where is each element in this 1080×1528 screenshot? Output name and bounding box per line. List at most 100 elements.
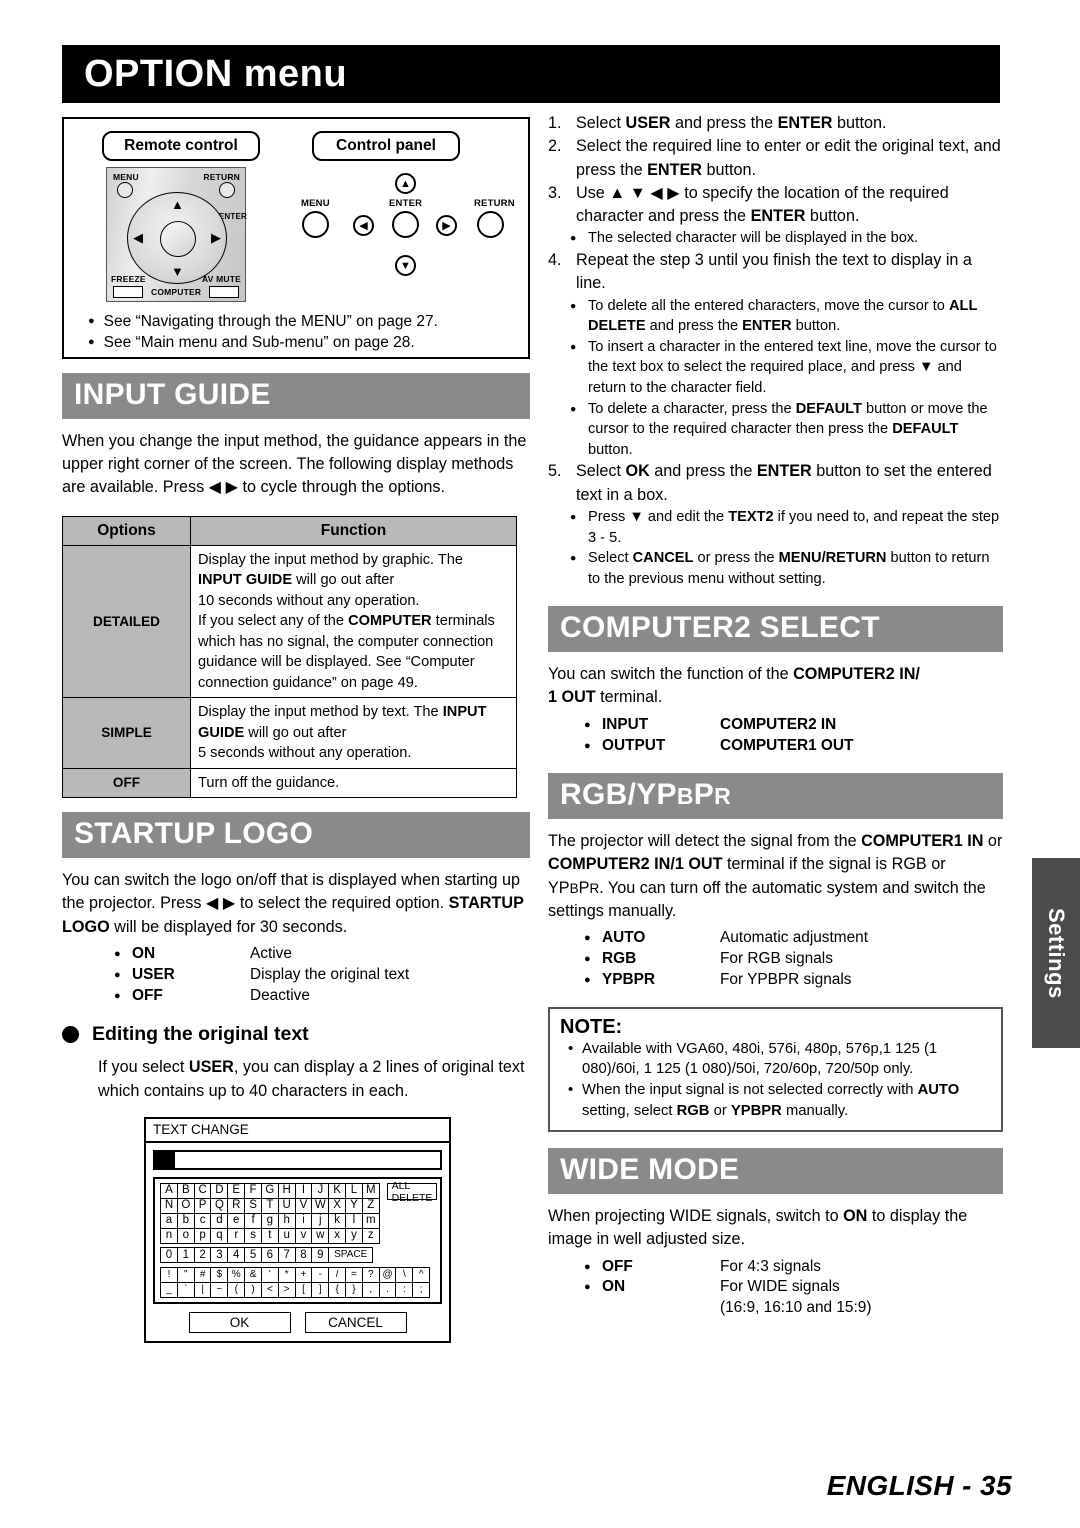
key-question[interactable]: ? bbox=[361, 1267, 380, 1284]
key-L[interactable]: L bbox=[344, 1183, 363, 1200]
key-J[interactable]: J bbox=[311, 1183, 330, 1200]
remote-enter-button[interactable] bbox=[160, 221, 196, 257]
key-exclamation[interactable]: ! bbox=[160, 1267, 178, 1284]
key-greater-than[interactable]: > bbox=[277, 1282, 296, 1299]
key-brace-open[interactable]: { bbox=[328, 1282, 347, 1299]
key-6[interactable]: 6 bbox=[260, 1247, 279, 1264]
key-f[interactable]: f bbox=[244, 1212, 263, 1229]
key-tilde[interactable]: ~ bbox=[210, 1282, 229, 1299]
panel-up-button[interactable]: ▲ bbox=[395, 173, 416, 194]
key-E[interactable]: E bbox=[227, 1183, 246, 1200]
key-backtick[interactable]: ` bbox=[176, 1282, 195, 1299]
key-asterisk[interactable]: * bbox=[277, 1267, 296, 1284]
key-N[interactable]: N bbox=[160, 1197, 178, 1214]
key-B[interactable]: B bbox=[176, 1183, 195, 1200]
panel-right-button[interactable]: ▶ bbox=[436, 215, 457, 236]
key-v[interactable]: v bbox=[294, 1227, 313, 1244]
key-g[interactable]: g bbox=[260, 1212, 279, 1229]
remote-up-arrow-icon[interactable]: ▲ bbox=[171, 198, 184, 211]
key-c[interactable]: c bbox=[193, 1212, 212, 1229]
key-X[interactable]: X bbox=[328, 1197, 347, 1214]
key-apostrophe[interactable]: ' bbox=[260, 1267, 279, 1284]
remote-down-arrow-icon[interactable]: ▼ bbox=[171, 265, 184, 278]
key-C[interactable]: C bbox=[193, 1183, 212, 1200]
key-H[interactable]: H bbox=[277, 1183, 296, 1200]
key-R[interactable]: R bbox=[227, 1197, 246, 1214]
remote-menu-button[interactable] bbox=[117, 182, 133, 198]
remote-avmute-button[interactable] bbox=[209, 286, 239, 298]
key-F[interactable]: F bbox=[244, 1183, 263, 1200]
key-equals[interactable]: = bbox=[344, 1267, 363, 1284]
cancel-button[interactable]: CANCEL bbox=[304, 1311, 407, 1333]
key-i[interactable]: i bbox=[294, 1212, 313, 1229]
key-j[interactable]: j bbox=[311, 1212, 330, 1229]
key-dollar[interactable]: $ bbox=[210, 1267, 229, 1284]
key-8[interactable]: 8 bbox=[294, 1247, 313, 1264]
key-underscore[interactable]: _ bbox=[160, 1282, 178, 1299]
key-pipe[interactable]: | bbox=[193, 1282, 212, 1299]
key-comma[interactable]: , bbox=[361, 1282, 380, 1299]
remote-direction-ring[interactable]: ▲ ▼ ◀ ▶ bbox=[127, 192, 227, 284]
key-n[interactable]: n bbox=[160, 1227, 178, 1244]
key-w[interactable]: w bbox=[311, 1227, 330, 1244]
key-less-than[interactable]: < bbox=[260, 1282, 279, 1299]
key-brace-close[interactable]: } bbox=[344, 1282, 363, 1299]
key-U[interactable]: U bbox=[277, 1197, 296, 1214]
key-q[interactable]: q bbox=[210, 1227, 229, 1244]
panel-enter-button[interactable] bbox=[392, 211, 419, 238]
remote-return-button[interactable] bbox=[219, 182, 235, 198]
key-d[interactable]: d bbox=[210, 1212, 229, 1229]
key-backslash[interactable]: \ bbox=[395, 1267, 414, 1284]
key-Z[interactable]: Z bbox=[361, 1197, 380, 1214]
key-7[interactable]: 7 bbox=[277, 1247, 296, 1264]
key-9[interactable]: 9 bbox=[311, 1247, 330, 1264]
key-space[interactable]: SPACE bbox=[328, 1247, 374, 1264]
ok-button[interactable]: OK bbox=[188, 1311, 291, 1333]
key-T[interactable]: T bbox=[260, 1197, 279, 1214]
key-paren-close[interactable]: ) bbox=[244, 1282, 263, 1299]
key-colon[interactable]: : bbox=[395, 1282, 414, 1299]
key-D[interactable]: D bbox=[210, 1183, 229, 1200]
key-Q[interactable]: Q bbox=[210, 1197, 229, 1214]
key-p[interactable]: p bbox=[193, 1227, 212, 1244]
key-O[interactable]: O bbox=[176, 1197, 195, 1214]
text-change-input[interactable] bbox=[153, 1150, 442, 1171]
key-bracket-close[interactable]: ] bbox=[311, 1282, 330, 1299]
key-k[interactable]: k bbox=[328, 1212, 347, 1229]
key-W[interactable]: W bbox=[311, 1197, 330, 1214]
key-0[interactable]: 0 bbox=[160, 1247, 178, 1264]
key-V[interactable]: V bbox=[294, 1197, 313, 1214]
key-semicolon[interactable]: ; bbox=[412, 1282, 431, 1299]
key-e[interactable]: e bbox=[227, 1212, 246, 1229]
key-at[interactable]: @ bbox=[378, 1267, 397, 1284]
key-l[interactable]: l bbox=[344, 1212, 363, 1229]
key-Y[interactable]: Y bbox=[344, 1197, 363, 1214]
key-1[interactable]: 1 bbox=[176, 1247, 195, 1264]
panel-left-button[interactable]: ◀ bbox=[353, 215, 374, 236]
key-M[interactable]: M bbox=[361, 1183, 380, 1200]
panel-menu-button[interactable] bbox=[302, 211, 329, 238]
remote-left-arrow-icon[interactable]: ◀ bbox=[133, 231, 143, 244]
key-G[interactable]: G bbox=[260, 1183, 279, 1200]
key-u[interactable]: u bbox=[277, 1227, 296, 1244]
key-P[interactable]: P bbox=[193, 1197, 212, 1214]
key-ampersand[interactable]: & bbox=[244, 1267, 263, 1284]
key-period[interactable]: . bbox=[378, 1282, 397, 1299]
key-A[interactable]: A bbox=[160, 1183, 178, 1200]
key-z[interactable]: z bbox=[361, 1227, 380, 1244]
all-delete-button[interactable]: ALL DELETE bbox=[386, 1180, 438, 1204]
key-caret[interactable]: ^ bbox=[412, 1267, 431, 1284]
key-plus[interactable]: + bbox=[294, 1267, 313, 1284]
key-minus[interactable]: - bbox=[311, 1267, 330, 1284]
key-hash[interactable]: # bbox=[193, 1267, 212, 1284]
key-bracket-open[interactable]: [ bbox=[294, 1282, 313, 1299]
key-x[interactable]: x bbox=[328, 1227, 347, 1244]
key-m[interactable]: m bbox=[361, 1212, 380, 1229]
key-5[interactable]: 5 bbox=[244, 1247, 263, 1264]
remote-freeze-button[interactable] bbox=[113, 286, 143, 298]
panel-return-button[interactable] bbox=[477, 211, 504, 238]
key-o[interactable]: o bbox=[176, 1227, 195, 1244]
key-t[interactable]: t bbox=[260, 1227, 279, 1244]
key-s[interactable]: s bbox=[244, 1227, 263, 1244]
key-I[interactable]: I bbox=[294, 1183, 313, 1200]
